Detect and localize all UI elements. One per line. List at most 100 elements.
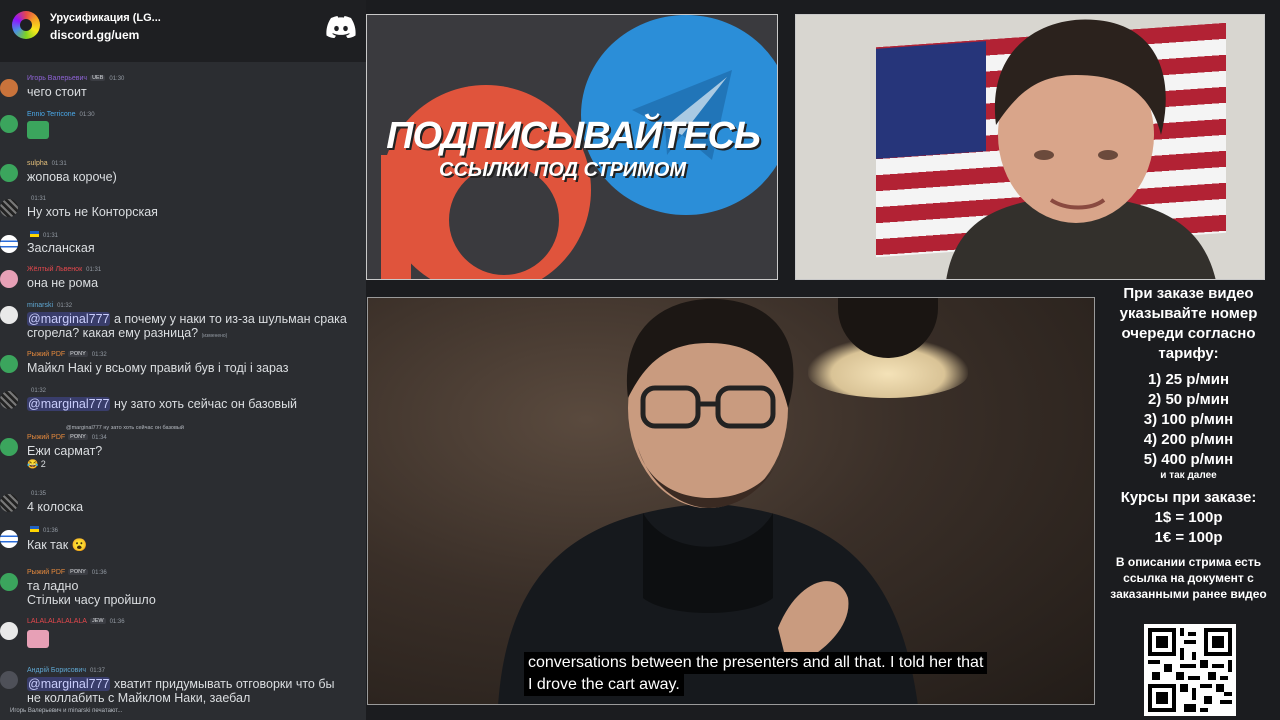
rates-title: Курсы при заказе: xyxy=(1120,489,1257,506)
timestamp: 01:31 xyxy=(86,267,102,273)
role-badge: PONY xyxy=(68,434,88,440)
timestamp: 01:34 xyxy=(91,435,107,441)
message-text: Как так 😮 xyxy=(27,538,88,552)
message-text: @marginal777 ну зато хоть сейчас он базо… xyxy=(27,397,297,411)
message-text-part: Стільки часу пройшло xyxy=(27,593,156,607)
list-item: sulpha 01:31 жопова короче) xyxy=(0,160,366,188)
role-badge: JEW xyxy=(89,618,106,624)
timestamp: 01:31 xyxy=(51,161,67,167)
avatar[interactable] xyxy=(0,306,18,324)
timestamp: 01:31 xyxy=(31,196,47,202)
timestamp: 01:36 xyxy=(43,528,59,534)
list-item: minarski 01:32 @marginal777 а почему у на… xyxy=(0,302,366,344)
author-line: 01:31 xyxy=(27,231,58,239)
timestamp: 01:31 xyxy=(43,233,59,239)
main-video[interactable]: conversations between the presenters and… xyxy=(367,297,1095,705)
user-mention[interactable]: @marginal777 xyxy=(27,397,111,411)
avatar[interactable] xyxy=(0,235,18,253)
server-icon xyxy=(12,11,40,39)
author-line: 01:31 xyxy=(27,195,46,202)
promo-title: ПОДПИСЫВАЙТЕСЬ xyxy=(386,115,761,157)
message-text: @marginal777 хватит придумывать отговорк… xyxy=(27,677,335,705)
sticker-image xyxy=(27,630,49,648)
timestamp: 01:32 xyxy=(31,388,47,394)
role-badge: PONY xyxy=(68,569,88,575)
author-name[interactable]: Рыжий PDF xyxy=(27,434,65,441)
reply-preview[interactable]: @marginal777 ну зато хоть сейчас он базо… xyxy=(66,425,184,431)
timestamp: 01:32 xyxy=(91,352,107,358)
message-text-part: ну зато хоть сейчас он базовый xyxy=(110,397,298,411)
message-text: та ладно Стільки часу пройшло xyxy=(27,579,156,607)
author-name[interactable]: Андрій Борисович xyxy=(27,667,86,674)
avatar[interactable] xyxy=(0,530,18,548)
list-item: Жёлтый Львенок 01:31 она не рома xyxy=(0,266,366,294)
avatar[interactable] xyxy=(0,199,18,217)
message-text: Майкл Накі у всьому правий був і тоді і … xyxy=(27,361,289,375)
message-text-part: сгорела? какая ему разница? xyxy=(27,326,199,340)
author-line: LALALALALALALA JEW 01:36 xyxy=(27,618,125,625)
subtitle-line: conversations between the presenters and… xyxy=(524,652,988,674)
avatar[interactable] xyxy=(0,671,18,689)
webcam-feed xyxy=(795,14,1265,280)
rate-item: 1$ = 100р xyxy=(1154,509,1223,526)
invite-link[interactable]: discord.gg/uem xyxy=(50,28,139,42)
author-line: Рыжий PDF PONY 01:32 xyxy=(27,351,107,358)
avatar[interactable] xyxy=(0,573,18,591)
author-line: Рыжий PDF PONY 01:36 xyxy=(27,569,107,576)
role-badge: UEB xyxy=(90,75,106,81)
avatar[interactable] xyxy=(0,270,18,288)
edited-label: (изменено) xyxy=(201,333,228,339)
list-item: 01:31 Ну хоть не Конторская xyxy=(0,195,366,223)
avatar[interactable] xyxy=(0,438,18,456)
flag-icon xyxy=(30,231,39,237)
promo-subtitle: ССЫЛКИ ПОД СТРИМОМ xyxy=(439,159,687,181)
author-name[interactable]: sulpha xyxy=(27,160,48,167)
avatar[interactable] xyxy=(0,622,18,640)
qr-code[interactable] xyxy=(1144,624,1236,716)
server-name: Урусификация (LG... xyxy=(50,12,161,24)
user-mention[interactable]: @marginal777 xyxy=(27,677,111,691)
avatar[interactable] xyxy=(0,391,18,409)
author-name[interactable]: minarski xyxy=(27,302,53,309)
author-name[interactable]: Рыжий PDF xyxy=(27,569,65,576)
author-name[interactable]: Рыжий PDF xyxy=(27,351,65,358)
pricing-intro: При заказе видео указывайте номер очеред… xyxy=(1119,285,1258,362)
message-text-part: та ладно xyxy=(27,579,79,593)
message-text: Ну хоть не Конторская xyxy=(27,205,158,219)
author-line: Игорь Валерьевич UEB 01:30 xyxy=(27,75,124,82)
list-item: 01:36 Как так 😮 xyxy=(0,526,366,556)
author-name[interactable]: LALALALALALALA xyxy=(27,618,87,625)
list-item: Рыжий PDF PONY 01:32 Майкл Накі у всьому п… xyxy=(0,351,366,379)
avatar[interactable] xyxy=(0,355,18,373)
list-item: 01:32 @marginal777 ну зато хоть сейчас о… xyxy=(0,387,366,415)
author-line: sulpha 01:31 xyxy=(27,160,67,167)
message-text: она не рома xyxy=(27,276,99,290)
pricing-panel: При заказе видео указывайте номер очеред… xyxy=(1097,282,1280,720)
author-line: 01:36 xyxy=(27,526,58,534)
reaction-button[interactable]: 😂 2 xyxy=(27,459,46,470)
timestamp: 01:35 xyxy=(31,491,47,497)
timestamp: 01:36 xyxy=(91,570,107,576)
list-item: 01:35 4 колоска xyxy=(0,490,366,518)
price-more: и так далее xyxy=(1160,470,1217,481)
sticker-image xyxy=(27,121,49,139)
role-badge: PONY xyxy=(68,351,88,357)
avatar[interactable] xyxy=(0,494,18,512)
author-name[interactable]: Ennio Terricone xyxy=(27,111,76,118)
author-name[interactable]: Игорь Валерьевич xyxy=(27,75,87,82)
avatar[interactable] xyxy=(0,79,18,97)
author-name[interactable]: Жёлтый Львенок xyxy=(27,266,82,273)
list-item: Андрій Борисович 01:37 @marginal777 хвати… xyxy=(0,667,366,709)
presenter-image xyxy=(498,298,918,704)
avatar[interactable] xyxy=(0,115,18,133)
subtitle-line: I drove the cart away. xyxy=(524,674,684,696)
avatar[interactable] xyxy=(0,164,18,182)
author-line: Жёлтый Львенок 01:31 xyxy=(27,266,101,273)
price-item: 5) 400 р/мин xyxy=(1143,451,1234,468)
timestamp: 01:30 xyxy=(109,76,125,82)
price-item: 4) 200 р/мин xyxy=(1143,431,1234,448)
user-mention[interactable]: @marginal777 xyxy=(27,312,111,326)
list-item: LALALALALALALA JEW 01:36 xyxy=(0,618,366,660)
message-text: чего стоит xyxy=(27,85,87,99)
author-line: Ennio Terricone 01:30 xyxy=(27,111,95,118)
